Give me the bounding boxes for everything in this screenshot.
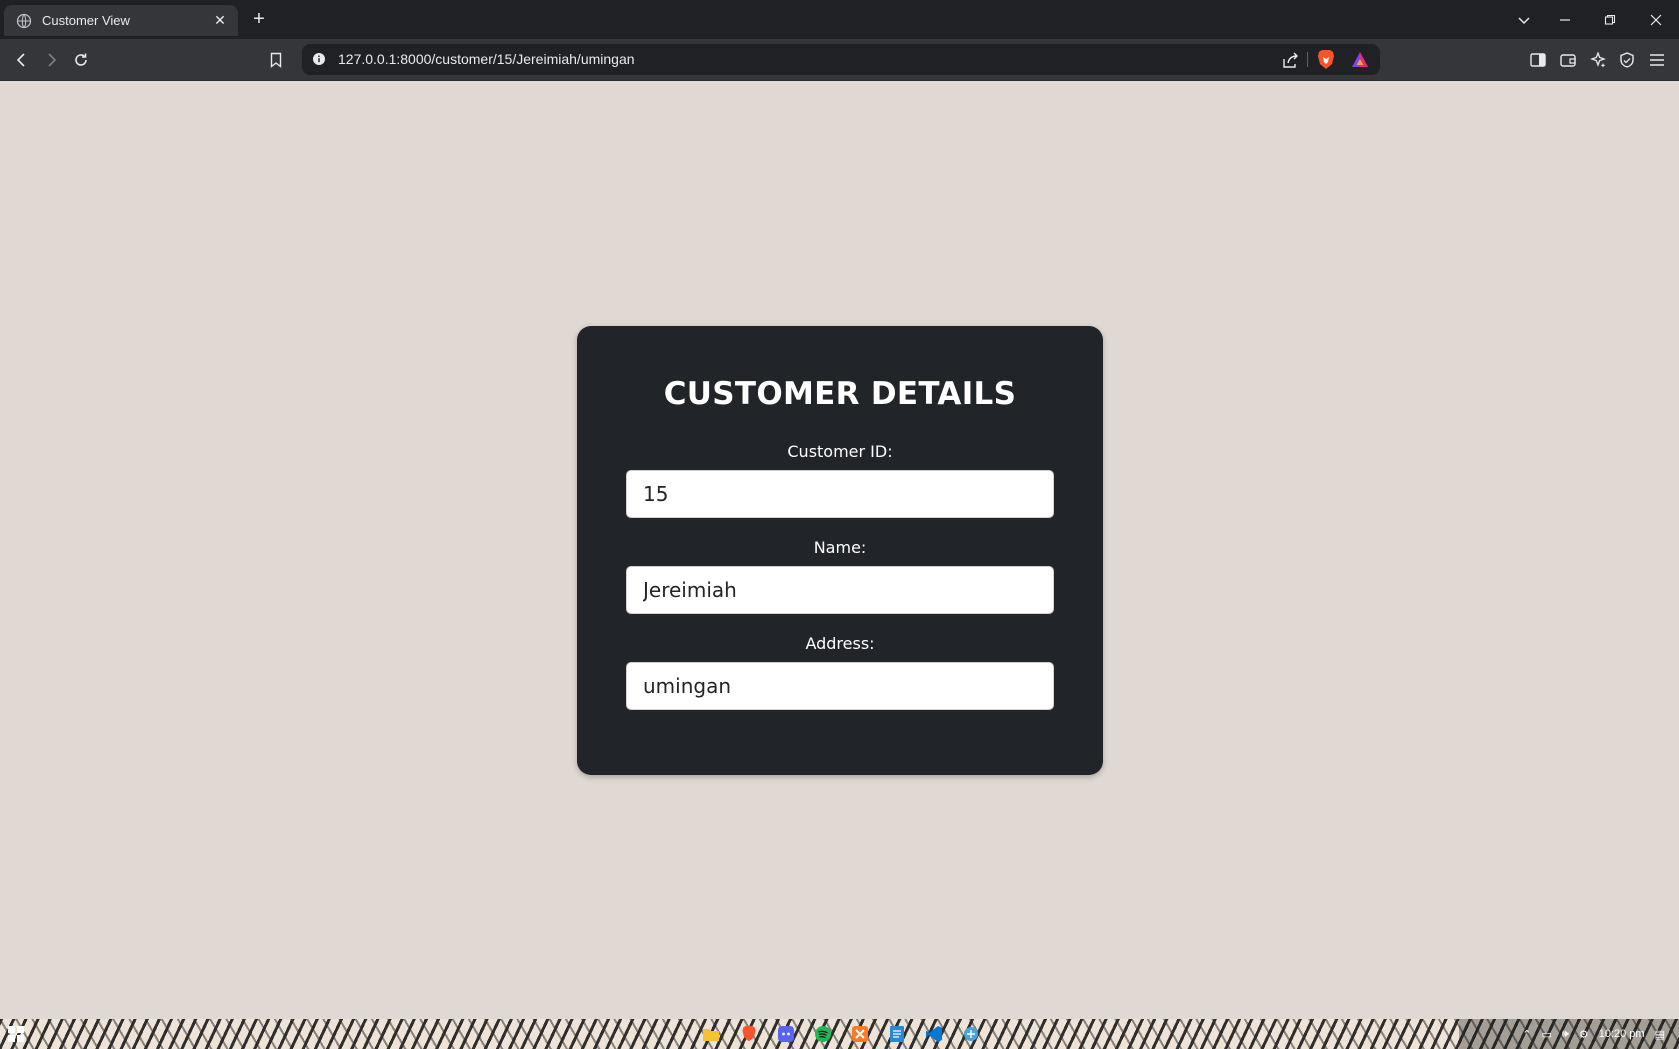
customer-details-card: CUSTOMER DETAILS Customer ID: Name: Addr…	[577, 326, 1103, 775]
spotify-icon[interactable]	[813, 1024, 833, 1044]
url-text: 127.0.0.1:8000/customer/15/Jereimiah/umi…	[338, 51, 635, 67]
back-button[interactable]	[10, 48, 34, 72]
clock[interactable]: 10:20 pm	[1599, 1028, 1645, 1040]
page-body: CUSTOMER DETAILS Customer ID: Name: Addr…	[0, 81, 1679, 1019]
bookmark-icon	[270, 52, 282, 68]
wallet-icon	[1560, 54, 1576, 67]
leo-ai-button[interactable]	[1586, 48, 1610, 72]
close-window-button[interactable]	[1634, 0, 1678, 39]
discord-icon[interactable]	[776, 1024, 796, 1044]
new-tab-button[interactable]: +	[248, 8, 270, 30]
browser-tab-strip: Customer View ✕ +	[0, 0, 1679, 39]
globe-icon	[16, 13, 32, 29]
windows-logo-icon	[8, 1026, 24, 1042]
close-icon	[1650, 14, 1662, 25]
address-label: Address:	[805, 634, 875, 653]
notepad-icon[interactable]	[887, 1024, 907, 1044]
sparkle-icon	[1590, 52, 1606, 68]
chevron-down-icon	[1518, 16, 1530, 24]
minimize-icon	[1560, 18, 1570, 21]
reload-icon	[75, 53, 87, 66]
tab-search-button[interactable]	[1502, 0, 1546, 39]
share-icon[interactable]	[1280, 50, 1300, 70]
system-tray: ⌃ ▭ 🕪 ⚙ 10:20 pm ▤	[1459, 1019, 1679, 1049]
hamburger-menu-icon	[1650, 54, 1664, 66]
card-title: CUSTOMER DETAILS	[663, 376, 1017, 412]
arrow-right-icon	[48, 53, 57, 67]
start-button[interactable]	[6, 1024, 26, 1044]
wallet-button[interactable]	[1556, 48, 1580, 72]
forward-button[interactable]	[39, 48, 63, 72]
taskbar-wallpaper	[0, 1019, 1679, 1049]
arrow-left-icon	[16, 53, 25, 67]
brave-browser-icon[interactable]	[739, 1024, 759, 1044]
customer-id-field[interactable]	[626, 470, 1054, 518]
address-bar[interactable]: 127.0.0.1:8000/customer/15/Jereimiah/umi…	[302, 44, 1380, 75]
reload-button[interactable]	[69, 48, 93, 72]
brave-shields-icon[interactable]	[1316, 49, 1336, 71]
omnibox-divider	[1307, 52, 1308, 67]
xampp-icon[interactable]	[850, 1024, 870, 1044]
app-icon[interactable]	[961, 1024, 981, 1044]
sidebar-icon	[1530, 53, 1546, 67]
tab-close-icon[interactable]: ✕	[212, 12, 228, 29]
brave-rewards-icon[interactable]	[1350, 50, 1370, 70]
restore-button[interactable]	[1588, 0, 1632, 39]
taskbar: ⌃ ▭ 🕪 ⚙ 10:20 pm ▤	[0, 1019, 1679, 1049]
network-icon[interactable]: ▭	[1542, 1028, 1552, 1041]
shield-icon	[1620, 52, 1634, 68]
restore-icon	[1604, 14, 1616, 25]
customer-id-label: Customer ID:	[787, 442, 893, 461]
chevron-up-icon[interactable]: ⌃	[1522, 1028, 1531, 1041]
browser-tab[interactable]: Customer View ✕	[4, 5, 238, 36]
site-info-icon[interactable]	[312, 52, 326, 66]
notification-icon[interactable]: ▤	[1655, 1028, 1665, 1041]
name-field[interactable]	[626, 566, 1054, 614]
tab-title: Customer View	[42, 13, 130, 28]
settings-gear-icon[interactable]: ⚙	[1579, 1028, 1589, 1041]
vscode-icon[interactable]	[924, 1024, 944, 1044]
address-field[interactable]	[626, 662, 1054, 710]
name-label: Name:	[813, 538, 867, 557]
sidebar-toggle-button[interactable]	[1526, 48, 1550, 72]
file-explorer-icon[interactable]	[701, 1024, 721, 1044]
minimize-button[interactable]	[1543, 0, 1587, 39]
menu-button[interactable]	[1645, 48, 1669, 72]
browser-toolbar: 127.0.0.1:8000/customer/15/Jereimiah/umi…	[0, 39, 1679, 81]
volume-icon[interactable]: 🕪	[1562, 1028, 1569, 1041]
bookmark-button[interactable]	[264, 48, 288, 72]
vpn-button[interactable]	[1615, 48, 1639, 72]
